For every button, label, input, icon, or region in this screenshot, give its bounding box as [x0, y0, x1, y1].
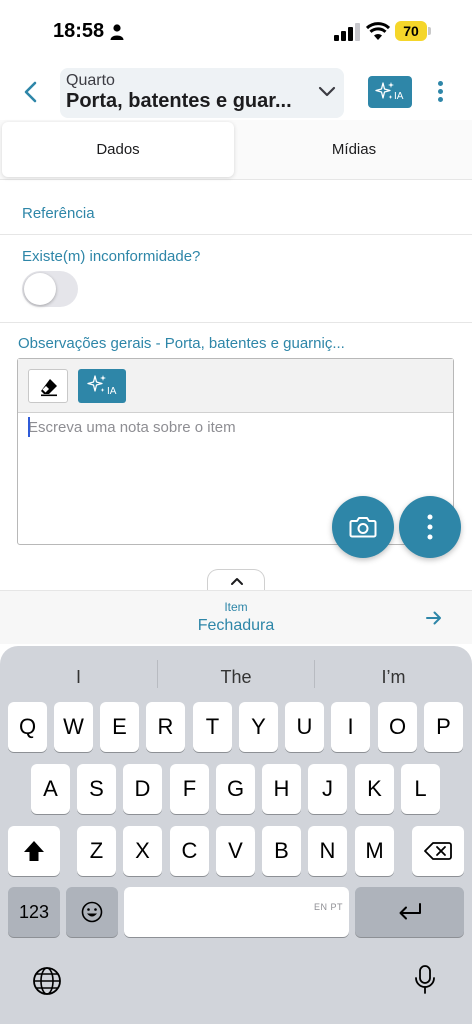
chevron-up-icon — [231, 578, 243, 585]
key-i[interactable]: I — [331, 702, 370, 752]
ai-write-button[interactable]: IA — [78, 369, 126, 403]
toggle-knob — [24, 273, 56, 305]
camera-icon — [349, 517, 377, 538]
nonconformity-toggle[interactable] — [22, 271, 78, 307]
tab-dados[interactable]: Dados — [2, 122, 234, 177]
wifi-icon — [366, 22, 390, 40]
key-s[interactable]: S — [77, 764, 116, 814]
back-chevron-icon[interactable] — [20, 80, 42, 104]
more-options-icon[interactable] — [430, 78, 450, 106]
key-b[interactable]: B — [262, 826, 301, 876]
key-o[interactable]: O — [378, 702, 417, 752]
key-x[interactable]: X — [123, 826, 162, 876]
key-j[interactable]: J — [308, 764, 347, 814]
key-a[interactable]: A — [31, 764, 70, 814]
cellular-signal-icon — [334, 23, 360, 41]
microphone-icon[interactable] — [414, 964, 436, 996]
arrow-right-icon[interactable] — [425, 610, 443, 626]
shift-key[interactable] — [8, 826, 60, 876]
key-c[interactable]: C — [170, 826, 209, 876]
app-header: Quarto Porta, batentes e guar... IA — [0, 62, 472, 120]
ai-assistant-button[interactable]: IA — [368, 76, 412, 108]
tab-midias[interactable]: Mídias — [236, 122, 472, 177]
camera-button[interactable] — [332, 496, 394, 558]
battery-cap — [428, 27, 431, 35]
backspace-icon — [424, 842, 452, 860]
observations-label: Observações gerais - Porta, batentes e g… — [18, 335, 345, 352]
person-icon — [110, 24, 124, 40]
reference-field[interactable]: Referência — [22, 205, 95, 222]
key-n[interactable]: N — [308, 826, 347, 876]
key-p[interactable]: P — [424, 702, 463, 752]
key-m[interactable]: M — [355, 826, 394, 876]
more-vertical-icon — [427, 514, 433, 540]
emoji-key[interactable] — [66, 887, 118, 937]
key-r[interactable]: R — [146, 702, 185, 752]
next-item-bar[interactable]: Item Fechadura — [0, 590, 472, 644]
return-icon — [399, 903, 421, 920]
key-e[interactable]: E — [100, 702, 139, 752]
sparkle-icon — [87, 375, 106, 392]
text-caret — [28, 417, 30, 437]
key-k[interactable]: K — [355, 764, 394, 814]
key-y[interactable]: Y — [239, 702, 278, 752]
key-t[interactable]: T — [193, 702, 232, 752]
suggestion-2[interactable]: The — [158, 664, 314, 690]
eraser-icon — [41, 379, 57, 397]
key-h[interactable]: H — [262, 764, 301, 814]
battery-indicator: 70 — [395, 21, 431, 41]
key-l[interactable]: L — [401, 764, 440, 814]
tab-bar: Dados Mídias — [0, 120, 472, 180]
location-label: Quarto — [66, 72, 115, 89]
editor-toolbar: IA — [18, 359, 453, 413]
location-selector[interactable]: Quarto Porta, batentes e guar... — [60, 68, 344, 118]
key-u[interactable]: U — [285, 702, 324, 752]
notes-input[interactable]: Escreva uma nota sobre o item — [28, 419, 236, 436]
shift-icon — [24, 841, 44, 861]
key-z[interactable]: Z — [77, 826, 116, 876]
next-item-name: Fechadura — [197, 617, 275, 634]
suggestion-1[interactable]: I — [0, 664, 157, 690]
key-v[interactable]: V — [216, 826, 255, 876]
numbers-key[interactable]: 123 — [8, 887, 60, 937]
return-key[interactable] — [355, 887, 464, 937]
clear-text-button[interactable] — [28, 369, 68, 403]
expand-panel-handle[interactable] — [207, 569, 265, 591]
status-bar: 18:58 70 — [0, 0, 472, 62]
location-value: Porta, batentes e guar... — [66, 90, 292, 112]
key-d[interactable]: D — [123, 764, 162, 814]
key-f[interactable]: F — [170, 764, 209, 814]
sparkle-icon — [375, 82, 394, 99]
key-w[interactable]: W — [54, 702, 93, 752]
next-item-caption: Item — [224, 600, 248, 614]
chevron-down-icon — [318, 86, 336, 97]
nonconformity-label: Existe(m) inconformidade? — [22, 248, 201, 265]
battery-level: 70 — [395, 21, 427, 41]
key-g[interactable]: G — [216, 764, 255, 814]
emoji-icon — [81, 901, 103, 923]
ai-badge-label: IA — [394, 91, 404, 102]
space-key[interactable]: EN PT — [124, 887, 349, 937]
status-time: 18:58 — [53, 20, 105, 42]
suggestion-3[interactable]: I’m — [315, 664, 472, 690]
divider — [0, 234, 472, 235]
keyboard-language-label: EN PT — [313, 902, 343, 912]
more-actions-button[interactable] — [399, 496, 461, 558]
globe-icon[interactable] — [32, 966, 62, 996]
onscreen-keyboard: I The I’m Q W E R T Y U I O P A S D F G … — [0, 646, 472, 1024]
key-q[interactable]: Q — [8, 702, 47, 752]
backspace-key[interactable] — [412, 826, 464, 876]
ai-badge-label: IA — [107, 386, 117, 397]
divider — [0, 322, 472, 323]
